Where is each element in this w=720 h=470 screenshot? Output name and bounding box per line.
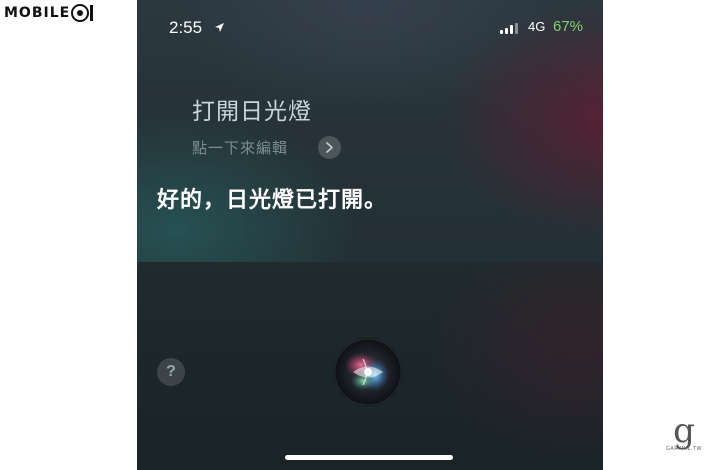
- signal-bars-icon: [500, 22, 518, 34]
- status-bar: 2:55 4G 67%: [137, 0, 603, 56]
- siri-query-text: 打開日光燈: [192, 99, 312, 125]
- watermark-logo-text: MOBILE: [4, 5, 71, 21]
- location-arrow-icon: [215, 23, 224, 32]
- siri-orb-icon[interactable]: [333, 337, 403, 407]
- status-time: 2:55: [169, 18, 203, 37]
- watermark-site-text: GARYNIL.TW: [665, 446, 703, 452]
- watermark-g-logo: g: [673, 411, 695, 451]
- watermark-01-emblem-icon: [71, 4, 94, 22]
- siri-response-text: 好的，日光燈已打開。: [157, 188, 388, 213]
- chevron-right-icon: [326, 142, 333, 153]
- network-type: 4G: [528, 19, 546, 34]
- garynil-watermark: g GARYNIL.TW: [664, 411, 704, 452]
- edit-query-button[interactable]: [318, 136, 341, 159]
- help-icon: ?: [166, 363, 176, 380]
- home-indicator[interactable]: [285, 455, 453, 460]
- tap-to-edit-hint[interactable]: 點一下來編輯: [192, 137, 288, 158]
- battery-percentage: 67%: [553, 18, 584, 35]
- mobile01-watermark: MOBILE: [4, 4, 97, 22]
- phone-screen: 2:55 4G 67% 打開日光燈 點一下來編輯 好的，日光燈已打開。 ?: [137, 0, 603, 470]
- help-button[interactable]: ?: [157, 358, 185, 386]
